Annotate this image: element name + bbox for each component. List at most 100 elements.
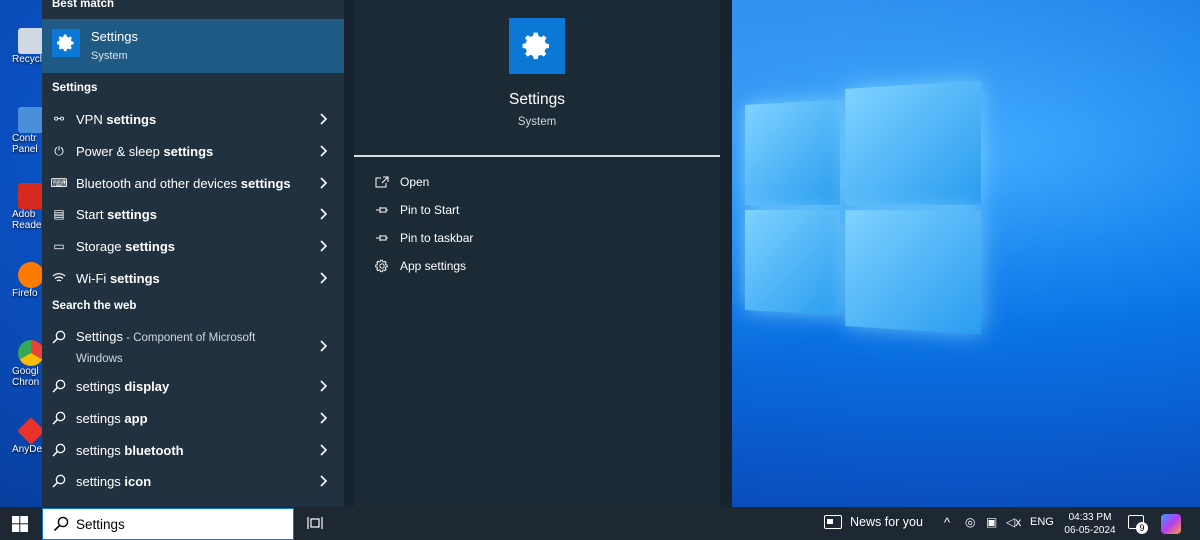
action-label: Pin to Start [400, 203, 459, 217]
vpn-icon: ⚯ [51, 111, 67, 127]
news-icon [824, 515, 842, 529]
result-vpn-settings[interactable]: ⚯ VPN settings [42, 103, 344, 135]
web-result-settings-component[interactable]: Settings - Component of Microsoft Window… [42, 324, 344, 368]
action-open[interactable]: Open [374, 172, 429, 192]
web-result-settings-app[interactable]: settings app [42, 402, 344, 434]
search-icon [51, 442, 67, 458]
result-bold: settings [110, 271, 160, 286]
best-match-header: Best match [42, 0, 114, 10]
chrome-icon [18, 340, 44, 366]
open-icon [374, 176, 390, 188]
search-web-header: Search the web [42, 300, 136, 312]
adobe-reader-icon [18, 183, 44, 209]
result-bluetooth-settings[interactable]: ⌨ Bluetooth and other devices settings [42, 167, 344, 199]
result-bold: settings [125, 239, 175, 254]
notification-count-badge: 9 [1136, 522, 1148, 534]
result-prefix: Settings [76, 329, 123, 344]
result-preview: Settings System Open Pin to Start Pin to… [354, 0, 720, 507]
chevron-right-icon [320, 444, 328, 456]
result-start-settings[interactable]: ▤ Start settings [42, 198, 344, 230]
best-match-settings[interactable]: Settings System [42, 19, 344, 73]
web-result-settings-icon[interactable]: settings icon [42, 465, 344, 497]
web-result-settings-display[interactable]: settings display [42, 370, 344, 402]
action-pin-to-taskbar[interactable]: Pin to taskbar [374, 228, 473, 248]
chevron-right-icon [320, 380, 328, 392]
chevron-right-icon [320, 208, 328, 220]
recycle-bin-icon [18, 28, 44, 54]
task-view-icon[interactable] [307, 516, 323, 530]
desktop-icon-label: Contr Panel [12, 133, 46, 155]
search-icon [51, 378, 67, 394]
result-text: settings app [76, 411, 148, 426]
meet-now-icon[interactable]: ◎ [965, 515, 975, 529]
action-label: Open [400, 175, 429, 189]
start-icon: ▤ [51, 206, 67, 222]
result-bold: display [124, 379, 169, 394]
windows-logo-wallpaper [745, 81, 981, 335]
result-wifi-settings[interactable]: Wi-Fi settings [42, 262, 344, 294]
result-line2: Windows [76, 353, 123, 365]
search-icon [51, 410, 67, 426]
taskbar-search-box[interactable] [42, 508, 294, 540]
result-text: settings icon [76, 474, 151, 489]
result-prefix: VPN [76, 112, 106, 127]
search-icon [51, 473, 67, 489]
result-text: Settings - Component of Microsoft Window… [76, 324, 255, 369]
control-panel-icon [18, 107, 44, 133]
result-text: VPN settings [76, 112, 156, 127]
web-result-settings-bluetooth[interactable]: settings bluetooth [42, 434, 344, 466]
result-bold: settings [107, 207, 157, 222]
anydesk-icon [17, 417, 45, 445]
search-input[interactable] [76, 514, 276, 534]
result-power-sleep-settings[interactable]: ⏻ Power & sleep settings [42, 135, 344, 167]
preview-divider [354, 155, 720, 157]
result-storage-settings[interactable]: ▭ Storage settings [42, 230, 344, 262]
clock-time: 04:33 PM [1058, 511, 1122, 524]
news-widget[interactable]: News for you [824, 515, 923, 529]
result-text: settings display [76, 379, 169, 394]
result-text: Wi-Fi settings [76, 271, 160, 286]
volume-muted-icon[interactable]: ◁x [1006, 515, 1021, 529]
result-bold: settings [241, 176, 291, 191]
result-prefix: settings [76, 411, 124, 426]
chevron-right-icon [320, 145, 328, 157]
clock[interactable]: 04:33 PM 06-05-2024 [1058, 511, 1122, 537]
result-prefix: settings [76, 379, 124, 394]
desktop-icon-label: Firefo [12, 288, 46, 299]
firefox-icon [18, 262, 44, 288]
desktop-icon-label: Recycle [12, 54, 46, 65]
result-sub: - Component of Microsoft [123, 332, 255, 344]
storage-icon: ▭ [51, 238, 67, 254]
best-match-title: Settings [91, 29, 138, 44]
chevron-up-icon[interactable]: ^ [944, 515, 950, 530]
chevron-right-icon [320, 113, 328, 125]
result-preview-panel: Settings System Open Pin to Start Pin to… [344, 0, 732, 507]
wifi-icon [51, 270, 67, 286]
preview-title: Settings [354, 91, 720, 109]
result-text: Start settings [76, 207, 157, 222]
result-prefix: settings [76, 443, 124, 458]
settings-header: Settings [42, 82, 97, 94]
chevron-right-icon [320, 340, 328, 352]
language-indicator[interactable]: ENG [1030, 516, 1054, 528]
action-pin-to-start[interactable]: Pin to Start [374, 200, 459, 220]
preview-subtitle: System [354, 116, 720, 128]
chevron-right-icon [320, 272, 328, 284]
search-results-panel: Best match Settings System Settings ⚯ VP… [42, 0, 344, 507]
search-icon [51, 329, 67, 345]
result-prefix: settings [76, 474, 124, 489]
result-bold: settings [106, 112, 156, 127]
pin-icon [374, 233, 390, 243]
result-prefix: Start [76, 207, 107, 222]
notifications-button[interactable]: 9 [1128, 515, 1148, 533]
action-label: App settings [400, 259, 466, 273]
action-app-settings[interactable]: App settings [374, 256, 466, 276]
network-icon[interactable]: ▣ [986, 515, 997, 529]
chevron-right-icon [320, 240, 328, 252]
clock-date: 06-05-2024 [1058, 524, 1122, 537]
search-icon [53, 516, 69, 532]
best-match-subtitle: System [91, 50, 128, 62]
result-text: Power & sleep settings [76, 144, 213, 159]
windows-start-icon[interactable] [12, 516, 28, 532]
copilot-icon[interactable] [1161, 514, 1181, 534]
